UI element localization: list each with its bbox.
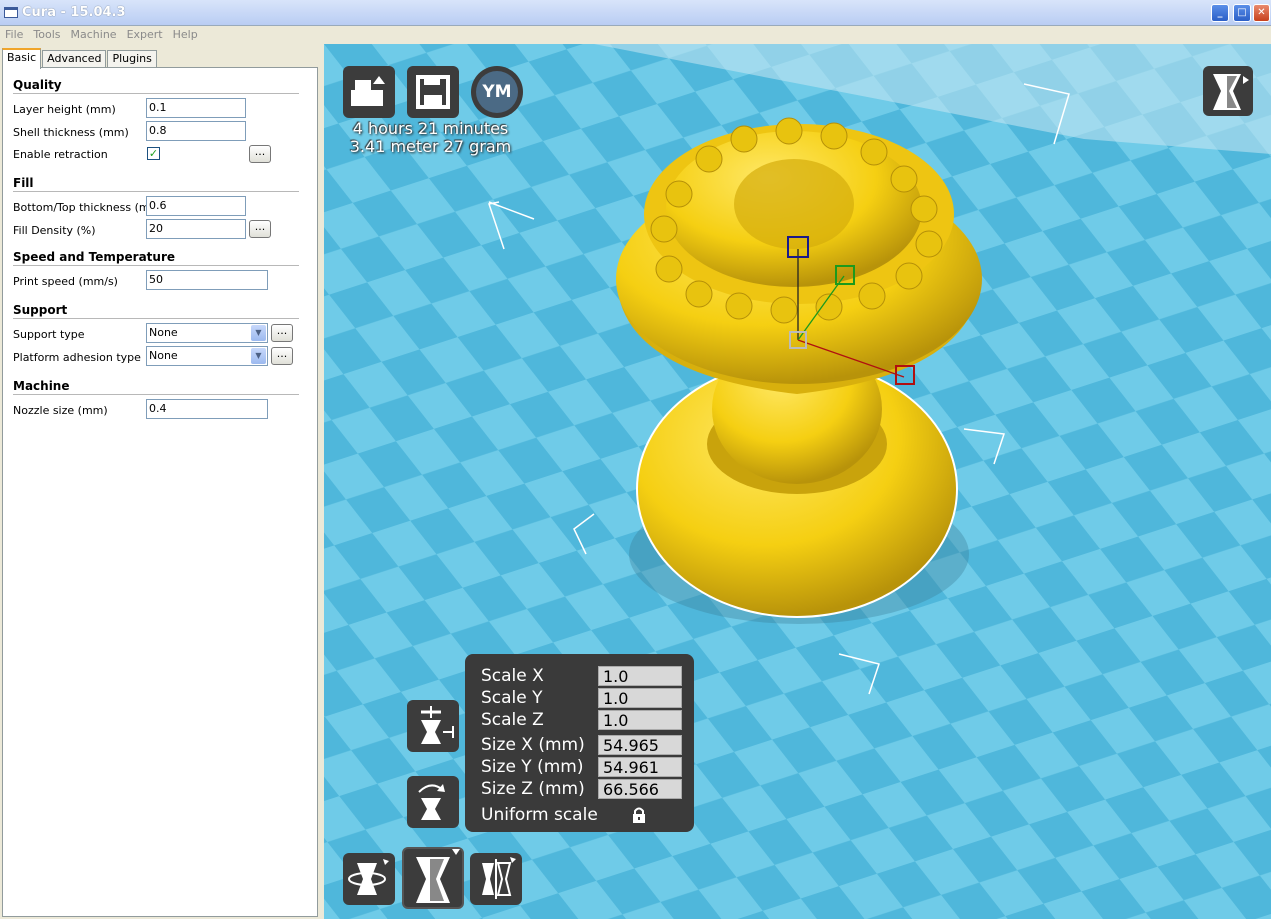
app-icon: [4, 7, 18, 18]
shell-thickness-label: Shell thickness (mm): [13, 126, 129, 139]
nozzle-size-field[interactable]: 0.4: [146, 399, 268, 419]
settings-panel: Basic Advanced Plugins Quality Layer hei…: [0, 44, 324, 919]
view-mode-icon: [1213, 74, 1249, 110]
scale-y-label: Scale Y: [481, 688, 543, 708]
tab-basic[interactable]: Basic: [2, 48, 42, 69]
adhesion-settings-button[interactable]: ...: [271, 347, 293, 365]
reset-scale-button[interactable]: [407, 776, 459, 828]
menu-expert[interactable]: Expert: [122, 26, 168, 41]
menu-bar: File Tools Machine Expert Help: [0, 26, 1271, 44]
scale-z-field[interactable]: 1.0: [598, 710, 682, 730]
section-machine: Machine: [13, 379, 299, 395]
youmagine-button[interactable]: YM: [471, 66, 523, 118]
size-y-label: Size Y (mm): [481, 757, 584, 777]
retraction-settings-button[interactable]: ...: [249, 145, 271, 163]
fill-settings-button[interactable]: ...: [249, 220, 271, 238]
mirror-tool-button[interactable]: [470, 853, 522, 905]
chevron-down-icon: ▼: [251, 325, 266, 341]
enable-retraction-label: Enable retraction: [13, 148, 108, 161]
fill-density-field[interactable]: 20: [146, 219, 246, 239]
menu-file[interactable]: File: [0, 26, 28, 41]
load-icon: [351, 76, 385, 106]
scale-z-label: Scale Z: [481, 710, 544, 730]
load-model-button[interactable]: [343, 66, 395, 118]
print-speed-label: Print speed (mm/s): [13, 275, 118, 288]
section-speed-temperature: Speed and Temperature: [13, 250, 299, 266]
size-x-label: Size X (mm): [481, 735, 585, 755]
shell-thickness-field[interactable]: 0.8: [146, 121, 246, 141]
scale-y-field[interactable]: 1.0: [598, 688, 682, 708]
bottom-top-thickness-label: Bottom/Top thickness (mm): [13, 201, 165, 214]
section-fill: Fill: [13, 176, 299, 192]
platform-adhesion-select[interactable]: None ▼: [146, 346, 268, 366]
scale-panel: Scale X 1.0 Scale Y 1.0 Scale Z 1.0 Size…: [465, 654, 694, 832]
save-gcode-button[interactable]: [407, 66, 459, 118]
support-type-select[interactable]: None ▼: [146, 323, 268, 343]
mirror-icon: [482, 857, 516, 899]
chevron-down-icon: ▼: [251, 348, 266, 364]
bottom-top-thickness-field[interactable]: 0.6: [146, 196, 246, 216]
lock-icon[interactable]: [631, 806, 647, 824]
print-estimate: 4 hours 21 minutes 3.41 meter 27 gram: [344, 120, 517, 156]
support-settings-button[interactable]: ...: [271, 324, 293, 342]
maximize-button[interactable]: □: [1233, 4, 1251, 22]
basic-settings-pane: Quality Layer height (mm) 0.1 Shell thic…: [2, 67, 318, 917]
close-button[interactable]: ✕: [1253, 4, 1270, 22]
reset-scale-icon: [418, 784, 445, 820]
estimate-time: 4 hours 21 minutes: [352, 119, 509, 138]
lay-flat-button[interactable]: [407, 700, 459, 752]
section-support: Support: [13, 303, 299, 319]
platform-adhesion-value: None: [149, 349, 178, 362]
section-quality: Quality: [13, 78, 299, 94]
scale-x-label: Scale X: [481, 666, 544, 686]
layer-height-field[interactable]: 0.1: [146, 98, 246, 118]
minimize-button[interactable]: _: [1211, 4, 1229, 22]
view-mode-button[interactable]: [1203, 66, 1253, 116]
size-y-field[interactable]: 54.961: [598, 757, 682, 777]
settings-tabs: Basic Advanced Plugins: [2, 48, 158, 69]
youmagine-label: YM: [476, 71, 518, 113]
size-z-label: Size Z (mm): [481, 779, 585, 799]
estimate-material: 3.41 meter 27 gram: [349, 137, 512, 156]
support-type-value: None: [149, 326, 178, 339]
scale-tool-button[interactable]: [402, 847, 464, 909]
save-icon: [416, 75, 450, 109]
menu-machine[interactable]: Machine: [66, 26, 122, 41]
size-x-field[interactable]: 54.965: [598, 735, 682, 755]
tab-plugins[interactable]: Plugins: [107, 50, 157, 68]
print-speed-field[interactable]: 50: [146, 270, 268, 290]
uniform-scale-label: Uniform scale: [481, 805, 598, 825]
window-title: Cura - 15.04.3: [22, 5, 126, 20]
rotate-icon: [348, 859, 389, 895]
title-bar: Cura - 15.04.3 _ □ ✕: [0, 0, 1271, 26]
3d-viewport[interactable]: YM 4 hours 21 minutes 3.41 meter 27 gram…: [324, 44, 1271, 919]
tab-advanced[interactable]: Advanced: [42, 50, 107, 68]
scale-icon: [416, 849, 460, 903]
menu-tools[interactable]: Tools: [28, 26, 65, 41]
size-z-field[interactable]: 66.566: [598, 779, 682, 799]
enable-retraction-checkbox[interactable]: ✓: [147, 147, 160, 160]
scale-x-field[interactable]: 1.0: [598, 666, 682, 686]
fill-density-label: Fill Density (%): [13, 224, 96, 237]
support-type-label: Support type: [13, 328, 85, 341]
lay-flat-icon: [421, 706, 454, 744]
layer-height-label: Layer height (mm): [13, 103, 116, 116]
platform-adhesion-label: Platform adhesion type: [13, 351, 141, 364]
menu-help[interactable]: Help: [168, 26, 203, 41]
nozzle-size-label: Nozzle size (mm): [13, 404, 108, 417]
rotate-tool-button[interactable]: [343, 853, 395, 905]
